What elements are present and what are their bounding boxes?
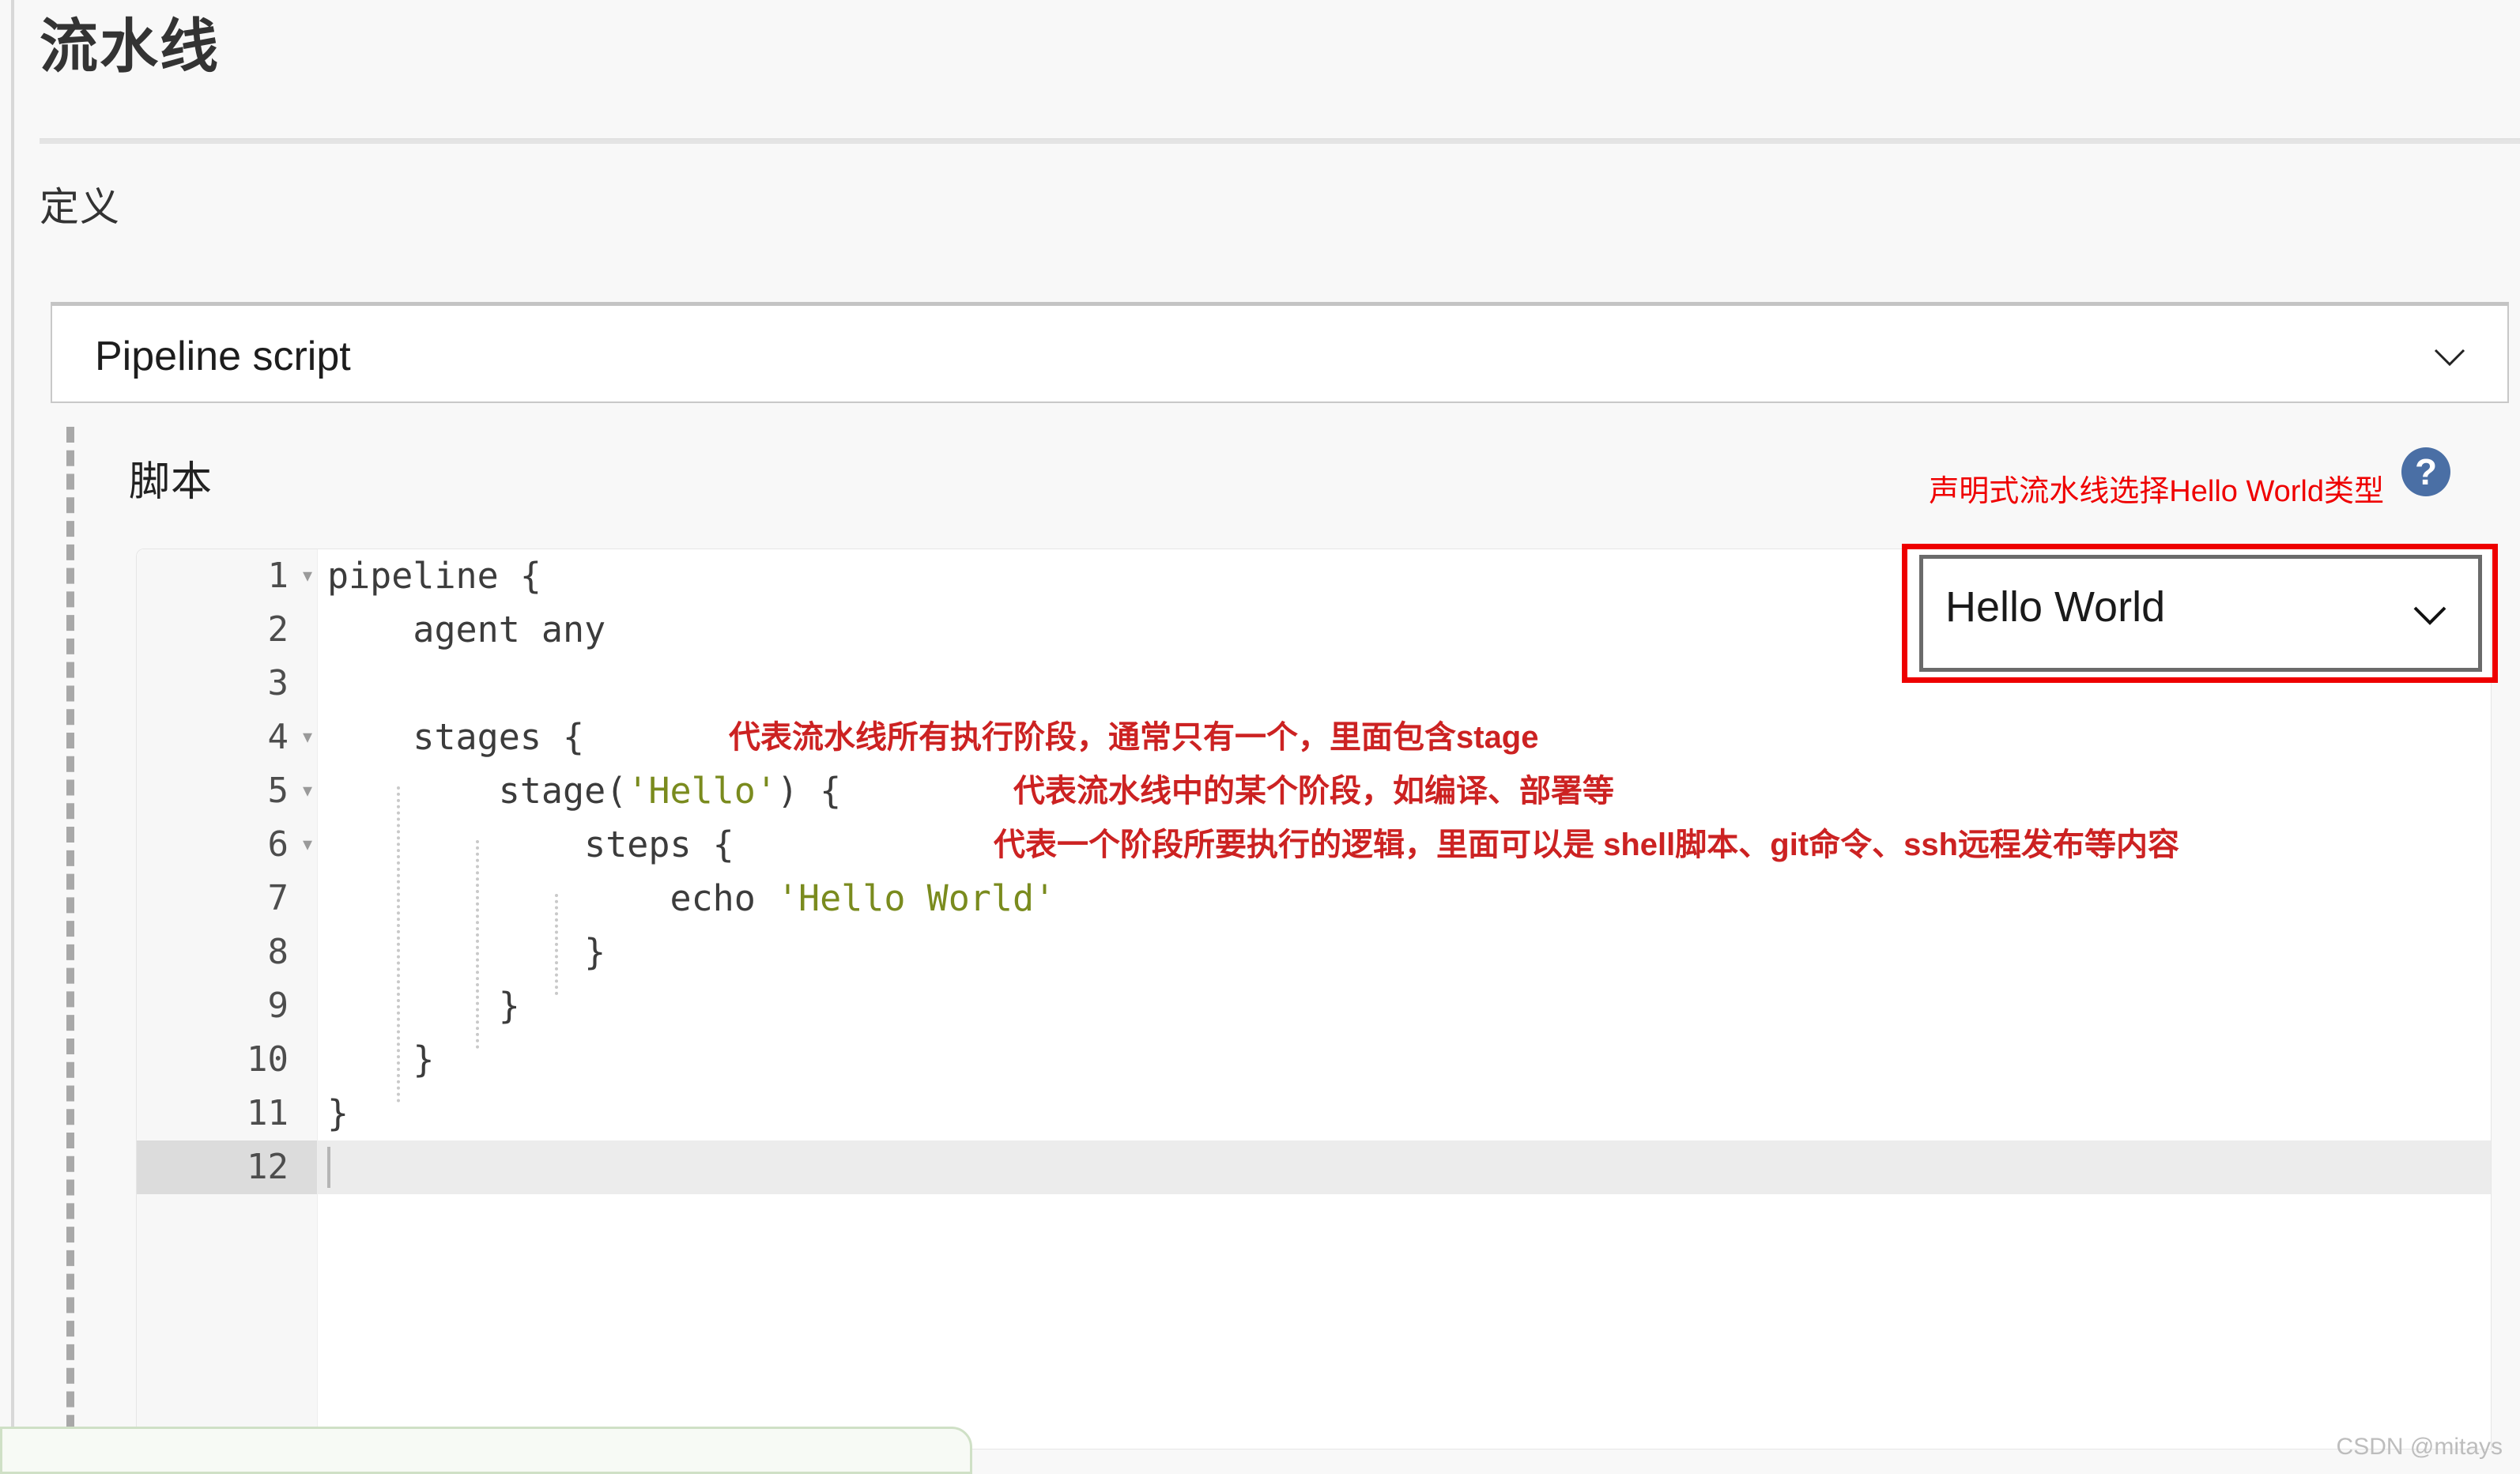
line-number: 8: [137, 925, 289, 979]
fold-toggle-icon[interactable]: ▾: [298, 818, 317, 872]
line-number: 3: [137, 657, 289, 711]
watermark: CSDN @mitays: [2337, 1434, 2503, 1461]
code-segment: ) {: [777, 770, 841, 812]
line-number: 5: [137, 764, 289, 818]
code-annotation-stage: 代表流水线中的某个阶段，如编译、部署等: [1013, 764, 1614, 818]
code-string-literal: 'Hello World': [777, 877, 1055, 919]
line-number: 6: [137, 818, 289, 872]
code-annotation-steps: 代表一个阶段所要执行的逻辑，里面可以是 shell脚本、git命令、ssh远程发…: [994, 818, 2179, 872]
line-number: 1: [137, 549, 289, 603]
code-text: }: [327, 979, 520, 1033]
code-annotation-stages: 代表流水线所有执行阶段，通常只有一个，里面包含stage: [729, 711, 1539, 764]
page-left-border: [11, 0, 14, 1467]
code-text: stage('Hello') {: [327, 764, 841, 818]
sample-pipeline-select[interactable]: Hello World: [1919, 555, 2482, 672]
fold-toggle-icon[interactable]: ▾: [298, 764, 317, 818]
code-text: pipeline {: [327, 549, 541, 603]
code-text: }: [327, 1087, 349, 1140]
editor-code-area[interactable]: pipeline { agent any stages { stage('Hel…: [318, 549, 2491, 1449]
code-string-literal: 'Hello': [627, 770, 777, 812]
page-title: 流水线: [40, 14, 220, 78]
line-number: 10: [137, 1033, 289, 1087]
section-connector-line: [66, 427, 74, 1454]
gutter-line: 1▾: [137, 549, 317, 603]
gutter-line: 7: [137, 872, 317, 925]
code-line: }: [318, 979, 2491, 1033]
line-number: 4: [137, 711, 289, 764]
definition-section-label: 定义: [40, 175, 120, 232]
gutter-line: 5▾: [137, 764, 317, 818]
line-number: 7: [137, 872, 289, 925]
line-number: 9: [137, 979, 289, 1033]
line-number: 11: [137, 1087, 289, 1140]
gutter-line: 8: [137, 925, 317, 979]
code-line: }: [318, 925, 2491, 979]
code-text: steps {: [327, 818, 734, 872]
code-segment: stage(: [327, 770, 627, 812]
hello-world-hint-annotation: 声明式流水线选择Hello World类型: [1929, 466, 2384, 510]
fold-toggle-icon[interactable]: ▾: [298, 549, 317, 603]
gutter-line: 9: [137, 979, 317, 1033]
fold-toggle-icon[interactable]: ▾: [298, 711, 317, 764]
line-number: 2: [137, 603, 289, 657]
gutter-line-active: 12: [137, 1140, 317, 1194]
help-circle-icon[interactable]: ?: [2401, 447, 2450, 496]
code-text: }: [327, 1033, 434, 1087]
definition-select-value: Pipeline script: [95, 333, 351, 380]
code-text: agent any: [327, 603, 605, 657]
gutter-line: 6▾: [137, 818, 317, 872]
definition-select[interactable]: Pipeline script: [51, 302, 2509, 403]
code-text: stages {: [327, 711, 584, 764]
chevron-down-icon: [2431, 339, 2468, 375]
sample-select-value: Hello World: [1945, 582, 2165, 631]
gutter-line: 11: [137, 1087, 317, 1140]
code-segment: echo: [327, 877, 777, 919]
gutter-line: 3: [137, 657, 317, 711]
chevron-down-icon: [2410, 595, 2450, 635]
gutter-line: 4▾: [137, 711, 317, 764]
code-line-active: [318, 1140, 2491, 1194]
code-text: }: [327, 925, 605, 979]
editor-gutter: 1▾ 2 3 4▾ 5▾ 6▾ 7 8 9 10 11 12: [137, 549, 318, 1449]
text-cursor: [327, 1147, 330, 1188]
bottom-panel: [0, 1427, 972, 1474]
gutter-line: 10: [137, 1033, 317, 1087]
code-line: }: [318, 1033, 2491, 1087]
code-line: echo 'Hello World': [318, 872, 2491, 925]
pipeline-script-editor[interactable]: 1▾ 2 3 4▾ 5▾ 6▾ 7 8 9 10 11 12 pipeline …: [136, 549, 2492, 1449]
code-text: echo 'Hello World': [327, 872, 1055, 925]
line-number: 12: [137, 1140, 289, 1194]
gutter-line: 2: [137, 603, 317, 657]
title-divider: [40, 138, 2520, 144]
code-line: }: [318, 1087, 2491, 1140]
script-label: 脚本: [129, 448, 213, 507]
